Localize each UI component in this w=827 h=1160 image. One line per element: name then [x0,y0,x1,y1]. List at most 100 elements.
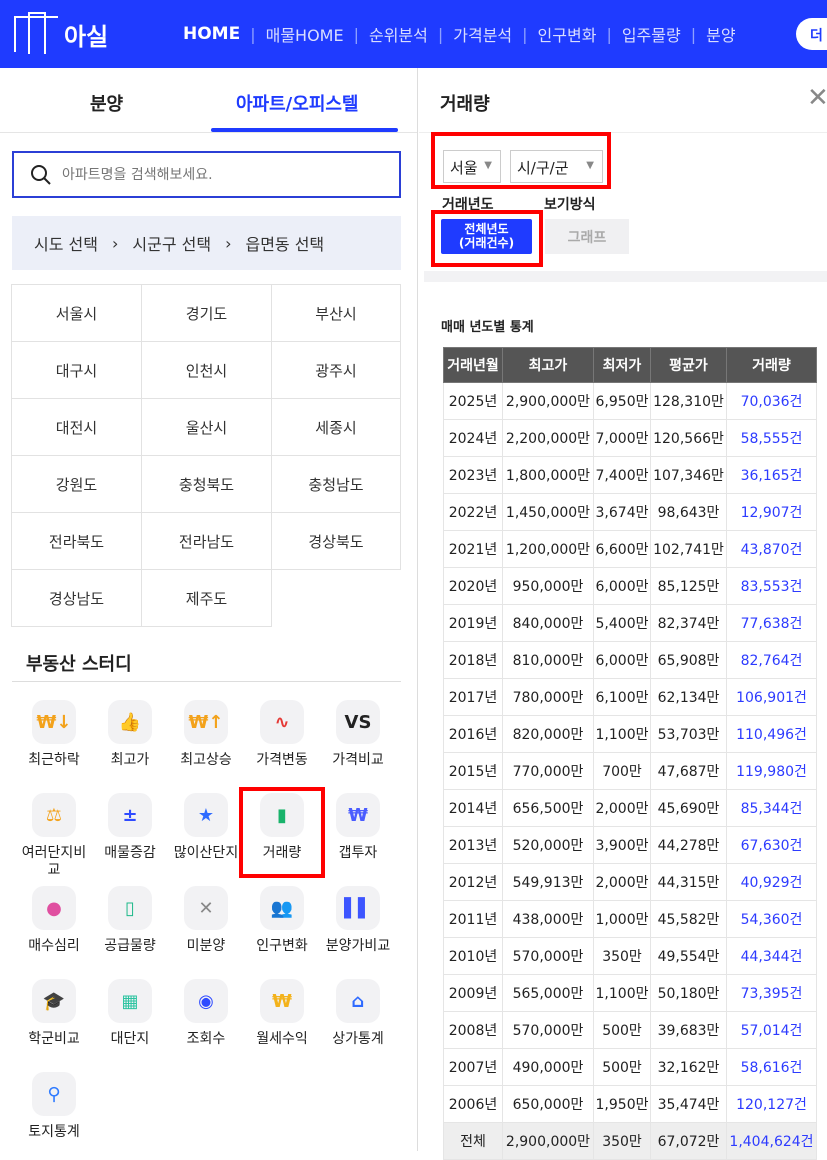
region-item[interactable]: 세종시 [271,398,401,456]
region-item[interactable]: 서울시 [11,284,142,342]
crumb-sigungu[interactable]: 시군구 선택 [132,231,211,255]
study-label: 최고상승 [180,752,232,768]
region-item[interactable]: 광주시 [271,341,401,399]
volume-link[interactable]: 44,344건 [726,937,817,975]
study-item[interactable]: ₩ 갭투자 [320,793,396,862]
table-cell: 2020년 [443,567,503,605]
search-icon [31,164,51,185]
volume-link[interactable]: 110,496건 [726,715,817,753]
nav-item[interactable]: 가격분석 [453,22,512,46]
study-item[interactable]: ∿ 가격변동 [244,700,320,769]
region-item[interactable]: 부산시 [271,284,401,342]
table-cell: 490,000만 [502,1048,594,1086]
study-item[interactable]: ✕ 미분양 [168,886,244,955]
more-button[interactable]: 더 [796,18,827,50]
crumb-eupmyeondong[interactable]: 읍면동 선택 [245,231,324,255]
region-item[interactable]: 경기도 [141,284,272,342]
volume-link[interactable]: 73,395건 [726,974,817,1012]
volume-link[interactable]: 67,630건 [726,826,817,864]
logo[interactable]: 아실 [14,12,108,54]
nav-item[interactable]: 인구변화 [538,22,597,46]
table-row: 2024년 2,200,000만 7,000만 120,566만 58,555건 [443,419,817,457]
study-item[interactable]: 👍 최고가 [92,700,168,769]
search-box[interactable] [12,151,401,198]
region-item[interactable]: 울산시 [141,398,272,456]
search-input[interactable] [62,166,382,183]
volume-link[interactable]: 58,616건 [726,1048,817,1086]
table-cell: 65,908만 [650,641,727,679]
volume-link[interactable]: 70,036건 [726,382,817,420]
table-header: 거래년월 최고가 최저가 평균가 거래량 [443,347,817,383]
volume-link[interactable]: 119,980건 [726,752,817,790]
table-cell: 2015년 [443,752,503,790]
nav-item[interactable]: 매물HOME [266,22,344,46]
region-item[interactable]: 강원도 [11,455,142,513]
region-item[interactable]: 충청남도 [271,455,401,513]
crumb-sido[interactable]: 시도 선택 [34,231,98,255]
nav-item[interactable]: HOME [183,24,240,44]
region-item[interactable]: 대전시 [11,398,142,456]
price-up-icon: ₩↑ [184,700,228,744]
volume-link[interactable]: 12,907건 [726,493,817,531]
study-item[interactable]: 👥 인구변화 [244,886,320,955]
study-item[interactable]: VS 가격비교 [320,700,396,769]
volume-link[interactable]: 57,014건 [726,1011,817,1049]
study-item[interactable]: ◉ 조회수 [168,979,244,1048]
column-header: 거래량 [726,347,817,383]
table-cell: 520,000만 [502,826,594,864]
study-item[interactable]: ▯ 공급물량 [92,886,168,955]
study-label: 분양가비교 [325,938,391,954]
table-cell: 6,000만 [593,641,651,679]
study-item[interactable]: ⚖ 여러단지비교 [16,793,92,879]
study-item[interactable]: ● 매수심리 [16,886,92,955]
volume-link[interactable]: 58,555건 [726,419,817,457]
study-item[interactable]: ₩↑ 최고상승 [168,700,244,769]
study-item[interactable]: ± 매물증감 [92,793,168,862]
highlight-box [431,210,543,267]
study-item[interactable]: ⌂ 상가통계 [320,979,396,1048]
region-item[interactable]: 경상남도 [11,569,142,627]
table-row: 2020년 950,000만 6,000만 85,125만 83,553건 [443,567,817,605]
study-item[interactable]: 🎓 학군비교 [16,979,92,1048]
total-cell[interactable]: 1,404,624건 [726,1122,817,1160]
close-icon[interactable]: ✕ [807,83,827,113]
table-cell: 438,000만 [502,900,594,938]
study-title: 부동산 스터디 [26,654,132,675]
region-item[interactable]: 경상북도 [271,512,401,570]
region-item[interactable]: 제주도 [141,569,272,627]
volume-link[interactable]: 77,638건 [726,604,817,642]
main-nav: HOME | 매물HOME | 순위분석 | 가격분석 | 인구변화 | 입주물량 | 분양 [183,22,736,46]
study-item[interactable]: ⚲ 토지통계 [16,1072,92,1141]
volume-link[interactable]: 85,344건 [726,789,817,827]
graph-button[interactable]: 그래프 [545,219,629,254]
tab-presale[interactable]: 분양 [90,90,123,116]
study-item[interactable]: ▌▌ 분양가비교 [320,886,396,955]
region-item[interactable]: 충청북도 [141,455,272,513]
yearly-stats-table: 거래년월 최고가 최저가 평균가 거래량 2025년 2,900,000만 6,950만 12… [443,347,817,1160]
nav-item[interactable]: 입주물량 [622,22,681,46]
table-cell: 44,315만 [650,863,727,901]
nav-separator: | [250,24,256,44]
volume-link[interactable]: 36,165건 [726,456,817,494]
tab-apartment-officetel[interactable]: 아파트/오피스텔 [236,90,359,116]
study-item[interactable]: ★ 많이산단지 [168,793,244,862]
region-item[interactable]: 인천시 [141,341,272,399]
volume-link[interactable]: 43,870건 [726,530,817,568]
study-item[interactable]: ₩ 월세수익 [244,979,320,1048]
study-item[interactable]: ₩↓ 최근하락 [16,700,92,769]
volume-link[interactable]: 120,127건 [726,1085,817,1123]
volume-link[interactable]: 54,360건 [726,900,817,938]
volume-link[interactable]: 82,764건 [726,641,817,679]
nav-item[interactable]: 분양 [706,22,735,46]
study-label: 토지통계 [28,1124,80,1140]
table-cell: 2006년 [443,1085,503,1123]
region-item[interactable]: 전라남도 [141,512,272,570]
money-sack-icon: ₩ [260,979,304,1023]
region-item[interactable]: 대구시 [11,341,142,399]
region-item[interactable]: 전라북도 [11,512,142,570]
volume-link[interactable]: 106,901건 [726,678,817,716]
volume-link[interactable]: 40,929건 [726,863,817,901]
nav-item[interactable]: 순위분석 [369,22,428,46]
study-item[interactable]: ▦ 대단지 [92,979,168,1048]
volume-link[interactable]: 83,553건 [726,567,817,605]
